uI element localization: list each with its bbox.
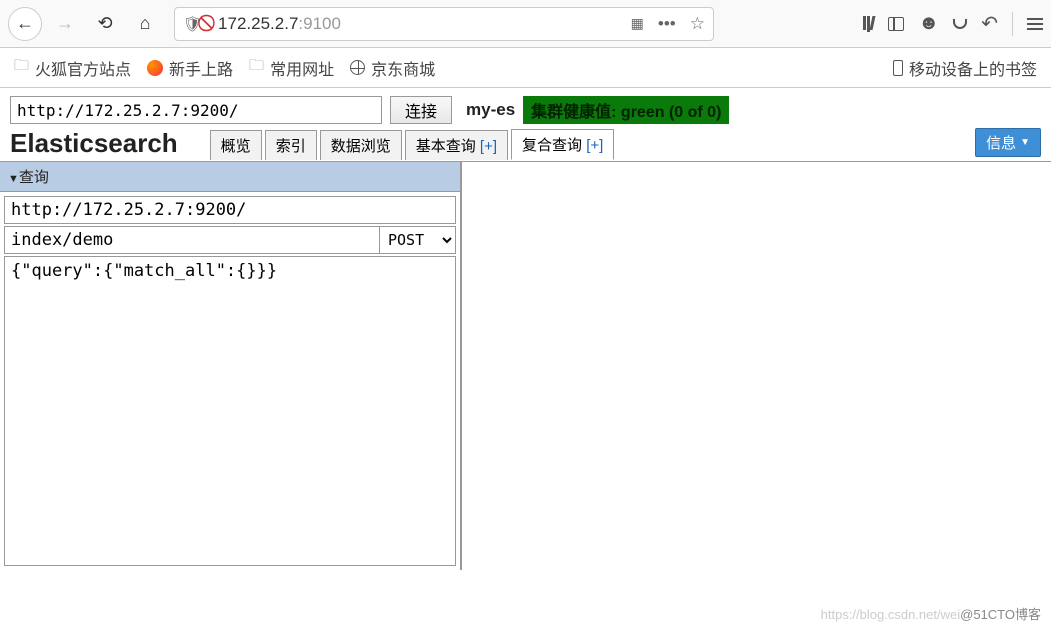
sidebar-icon[interactable]: [888, 17, 904, 31]
query-panel-body: POST {"query":{"match_all":{}}}: [0, 192, 460, 570]
connect-button[interactable]: 连接: [390, 96, 452, 124]
forward-button[interactable]: →: [48, 7, 82, 41]
url-text: 172.25.2.7:9100: [218, 14, 623, 34]
query-panel-header[interactable]: ▼查询: [0, 162, 460, 192]
query-server-input[interactable]: [4, 196, 456, 224]
query-path-row: POST: [4, 226, 456, 254]
folder-icon: 🗀: [249, 55, 264, 80]
query-path-input[interactable]: [4, 226, 380, 254]
bookmark-label: 京东商城: [371, 56, 435, 80]
account-icon[interactable]: ☻: [918, 12, 939, 35]
elasticsearch-head-app: 连接 my-es 集群健康值: green (0 of 0) Elasticse…: [0, 88, 1051, 570]
triangle-down-icon: ▼: [8, 173, 19, 185]
bookmark-label: 火狐官方站点: [35, 56, 131, 80]
star-icon[interactable]: ☆: [690, 14, 705, 34]
menu-icon[interactable]: [1027, 18, 1043, 30]
library-icon[interactable]: [863, 16, 874, 32]
folder-icon: 🗀: [14, 55, 29, 80]
bookmark-jd-mall[interactable]: 京东商城: [350, 56, 435, 80]
tab-indices[interactable]: 索引: [265, 130, 317, 160]
bookmark-common-urls[interactable]: 🗀 常用网址: [249, 55, 334, 80]
toolbar-right-icons: ☻ ↶: [863, 11, 1043, 36]
pocket-icon[interactable]: [953, 19, 967, 29]
home-button[interactable]: ⌂: [128, 7, 162, 41]
cluster-health-badge: 集群健康值: green (0 of 0): [523, 96, 729, 124]
reload-button[interactable]: ⟲: [88, 7, 122, 41]
bookmark-label: 移动设备上的书签: [909, 56, 1037, 80]
url-bar[interactable]: 🛡 ⃠ 172.25.2.7:9100 ▦ ••• ☆: [174, 7, 714, 41]
browser-toolbar: ← → ⟲ ⌂ 🛡 ⃠ 172.25.2.7:9100 ▦ ••• ☆ ☻ ↶: [0, 0, 1051, 48]
watermark: https://blog.csdn.net/wei@51CTO博客: [821, 604, 1041, 623]
globe-icon: [350, 60, 365, 75]
title-tabs-row: Elasticsearch 概览 索引 数据浏览 基本查询 [+] 复合查询 […: [0, 128, 1051, 162]
main-split: ▼查询 POST {"query":{"match_all":{}}}: [0, 162, 1051, 570]
qr-icon[interactable]: ▦: [631, 15, 644, 32]
shield-icon: 🛡: [183, 15, 202, 33]
bookmarks-bar: 🗀 火狐官方站点 新手上路 🗀 常用网址 京东商城 移动设备上的书签: [0, 48, 1051, 88]
bookmark-label: 新手上路: [169, 56, 233, 80]
query-body-textarea[interactable]: {"query":{"match_all":{}}}: [4, 256, 456, 566]
url-right-icons: ▦ ••• ☆: [631, 14, 705, 34]
connection-row: 连接 my-es 集群健康值: green (0 of 0): [0, 88, 1051, 128]
query-panel: ▼查询 POST {"query":{"match_all":{}}}: [0, 162, 462, 570]
bookmark-getting-started[interactable]: 新手上路: [147, 56, 233, 80]
bookmark-mobile[interactable]: 移动设备上的书签: [893, 56, 1037, 80]
more-icon[interactable]: •••: [658, 14, 676, 34]
tab-compound-query[interactable]: 复合查询 [+]: [511, 129, 614, 160]
tab-overview[interactable]: 概览: [210, 130, 262, 160]
connect-url-input[interactable]: [10, 96, 382, 124]
undo-icon[interactable]: ↶: [981, 11, 998, 36]
bookmark-firefox-official[interactable]: 🗀 火狐官方站点: [14, 55, 131, 80]
bookmark-label: 常用网址: [270, 56, 334, 80]
tab-basic-query[interactable]: 基本查询 [+]: [405, 130, 508, 160]
mobile-icon: [893, 60, 903, 76]
result-panel: [462, 162, 1051, 570]
query-method-select[interactable]: POST: [380, 226, 456, 254]
back-button[interactable]: ←: [8, 7, 42, 41]
chevron-down-icon: ▼: [1020, 137, 1030, 148]
firefox-icon: [147, 60, 163, 76]
info-dropdown-button[interactable]: 信息▼: [975, 128, 1041, 157]
tab-browser[interactable]: 数据浏览: [320, 130, 402, 160]
divider: [1012, 12, 1013, 36]
cluster-name: my-es: [466, 100, 515, 120]
app-title: Elasticsearch: [10, 128, 178, 159]
